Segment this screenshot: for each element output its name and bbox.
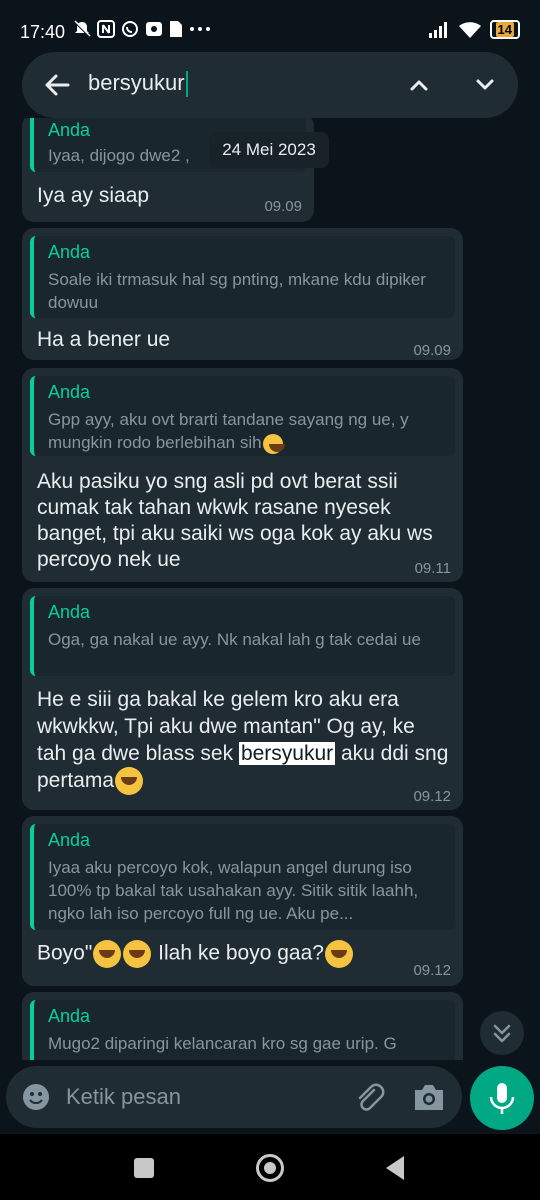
photo-icon <box>146 22 162 36</box>
back-arrow-icon[interactable] <box>42 70 72 100</box>
message-bubble[interactable]: Anda Mugo2 diparingi kelancaran kro sg g… <box>22 992 463 1060</box>
message-time: 09.09 <box>413 342 451 359</box>
message-time: 09.11 <box>414 560 451 577</box>
message-time: 09.12 <box>413 788 451 805</box>
date-chip: 24 Mei 2023 <box>209 132 329 168</box>
quoted-message[interactable]: Anda Iyaa aku percoyo kok, walapun angel… <box>30 824 455 930</box>
status-time: 17:40 <box>20 22 66 42</box>
pleading-emoji-icon <box>115 767 144 796</box>
wifi-icon <box>458 21 481 38</box>
quote-author: Anda <box>48 1006 91 1026</box>
quote-text: Gpp ayy, aku ovt brarti tandane sayang n… <box>48 410 409 454</box>
home-button[interactable] <box>256 1154 284 1182</box>
quoted-message[interactable]: Anda Mugo2 diparingi kelancaran kro sg g… <box>30 1000 455 1060</box>
paperclip-icon[interactable] <box>352 1080 386 1114</box>
quote-author: Anda <box>48 242 91 262</box>
signal-icon <box>428 21 447 38</box>
laughing-emoji-icon <box>324 940 353 968</box>
message-text: Boyo" Ilah ke boyo gaa? <box>37 940 449 968</box>
system-navigation-bar <box>0 1134 540 1200</box>
quote-author: Anda <box>48 602 91 622</box>
status-bar: 17:40 14 <box>0 0 540 52</box>
more-icon <box>190 27 210 31</box>
search-highlight: bersyukur <box>238 742 336 765</box>
recent-apps-button[interactable] <box>134 1158 154 1178</box>
quoted-message[interactable]: Anda Soale iki trmasuk hal sg pnting, mk… <box>30 236 455 318</box>
chevron-down-icon[interactable] <box>470 70 500 100</box>
laughing-emoji-icon <box>93 940 122 968</box>
camera-icon[interactable] <box>412 1082 446 1112</box>
laughing-emoji-icon <box>123 940 152 968</box>
text-caret <box>185 71 188 98</box>
message-input[interactable]: Ketik pesan <box>66 1084 181 1110</box>
file-icon <box>170 21 182 37</box>
message-time: 09.12 <box>413 962 451 979</box>
scroll-to-bottom-button[interactable] <box>480 1011 524 1055</box>
voice-record-button[interactable] <box>470 1066 534 1130</box>
message-text: Aku pasiku yo sng asli pd ovt berat ssii… <box>37 470 433 571</box>
emoji-icon[interactable] <box>22 1083 50 1111</box>
quote-text: Iyaa aku percoyo kok, walapun angel duru… <box>48 858 419 923</box>
quote-text: Oga, ga nakal ue ayy. Nk nakal lah g tak… <box>48 630 421 649</box>
message-bubble[interactable]: Anda Gpp ayy, aku ovt brarti tandane say… <box>22 368 463 582</box>
message-time: 09.09 <box>264 198 302 215</box>
quoted-message[interactable]: Anda Gpp ayy, aku ovt brarti tandane say… <box>30 376 455 456</box>
message-bubble[interactable]: Anda Soale iki trmasuk hal sg pnting, mk… <box>22 228 463 360</box>
quote-text: Mugo2 diparingi kelancaran kro sg gae ur… <box>48 1034 397 1053</box>
chat-area[interactable]: Anda Iyaa, dijogo dwe2 , Iya ay siaap 09… <box>0 118 540 1060</box>
message-bubble[interactable]: Anda Iyaa aku percoyo kok, walapun angel… <box>22 816 463 986</box>
nfc-icon <box>97 20 115 38</box>
quote-author: Anda <box>48 830 91 850</box>
message-text: He e siii ga bakal ke gelem kro aku era … <box>37 686 449 796</box>
laughing-emoji-icon <box>262 433 285 454</box>
search-input[interactable]: bersyukur <box>88 70 348 98</box>
message-text: Iya ay siaap <box>37 184 150 207</box>
quote-text: Soale iki trmasuk hal sg pnting, mkane k… <box>48 270 426 312</box>
message-composer: Ketik pesan <box>6 1066 462 1128</box>
microphone-icon <box>489 1083 515 1114</box>
back-button[interactable] <box>386 1156 404 1180</box>
battery-icon: 14 <box>489 20 520 39</box>
status-notification-icons <box>73 20 211 38</box>
message-text: Ha a bener ue <box>37 328 171 351</box>
whatsapp-icon <box>122 21 138 37</box>
quoted-message[interactable]: Anda Oga, ga nakal ue ayy. Nk nakal lah … <box>30 596 455 676</box>
quote-author: Anda <box>48 120 91 140</box>
mute-icon <box>74 20 91 37</box>
quote-author: Anda <box>48 382 91 402</box>
status-system-icons: 14 <box>428 20 520 39</box>
message-bubble[interactable]: Anda Oga, ga nakal ue ayy. Nk nakal lah … <box>22 588 463 810</box>
double-chevron-down-icon <box>493 1024 511 1043</box>
search-bar: bersyukur <box>22 52 518 118</box>
chevron-up-icon[interactable] <box>404 70 434 100</box>
